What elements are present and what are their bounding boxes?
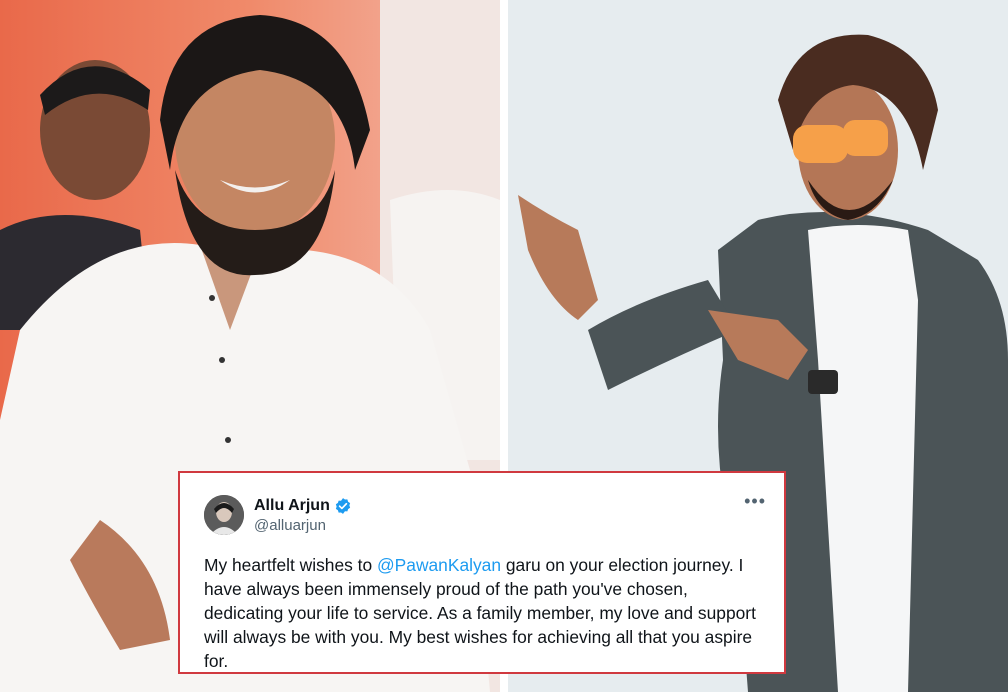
display-name-text[interactable]: Allu Arjun: [254, 497, 330, 515]
tweet-text: My heartfelt wishes to @PawanKalyan garu…: [204, 553, 764, 673]
handle[interactable]: @alluarjun: [254, 517, 326, 534]
display-name[interactable]: Allu Arjun: [254, 497, 352, 515]
avatar[interactable]: [204, 495, 244, 535]
more-options-icon[interactable]: •••: [744, 492, 766, 510]
mention-link[interactable]: @PawanKalyan: [377, 555, 501, 575]
tweet-text-part-1: My heartfelt wishes to: [204, 555, 378, 575]
verified-badge-icon: [334, 497, 352, 515]
tweet-card: Allu Arjun @alluarjun ••• My heartfelt w…: [178, 471, 786, 674]
